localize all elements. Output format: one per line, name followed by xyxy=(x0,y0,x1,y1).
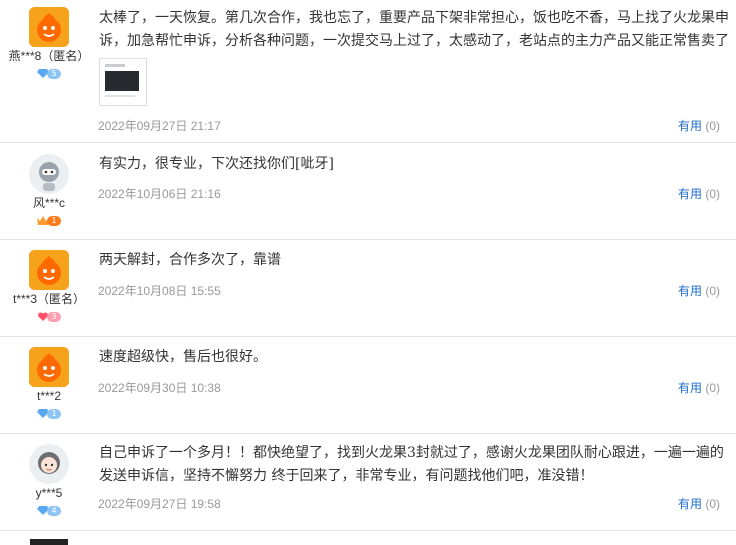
useful-button[interactable]: 有用 (0) xyxy=(678,282,720,299)
review-item: t***3（匿名） 3 两天解封，合作多次了，靠谱 2022年10月08日 15… xyxy=(0,240,736,337)
avatar-mascot-icon[interactable] xyxy=(29,7,69,47)
member-level-badge: 3 xyxy=(37,311,61,323)
review-text-line: 有实力，很专业，下次还找你们[呲牙] xyxy=(99,156,334,172)
review-date: 2022年10月08日 15:55 xyxy=(98,284,221,298)
useful-count: (0) xyxy=(705,381,720,395)
review-text-line: 两天解封，合作多次了，靠谱 xyxy=(99,252,281,268)
review-text: 两天解封，合作多次了，靠谱 xyxy=(99,249,729,272)
member-level-badge: 1 xyxy=(37,215,61,227)
reviewer-name: t***2 xyxy=(36,389,62,403)
reviewer-name: y***5 xyxy=(35,486,63,500)
review-date: 2022年10月06日 21:16 xyxy=(98,187,221,201)
review-item: 风***c 1 有实力，很专业，下次还找你们[呲牙] 2022年10月06日 2… xyxy=(0,143,736,240)
useful-count: (0) xyxy=(705,119,720,133)
useful-count: (0) xyxy=(705,497,720,511)
review-item: t***2 1 速度超级快，售后也很好。 2022年09月30日 10:38 有… xyxy=(0,337,736,434)
avatar-mascot-icon[interactable] xyxy=(29,250,69,290)
review-text: 有实力，很专业，下次还找你们[呲牙] xyxy=(99,153,729,176)
useful-button[interactable]: 有用 (0) xyxy=(678,185,720,202)
member-level-badge: 4 xyxy=(37,505,61,517)
reviewer-info: 燕***8（匿名） 5 xyxy=(0,7,98,82)
level-number: 1 xyxy=(47,215,61,226)
level-number: 3 xyxy=(47,311,61,322)
level-number: 5 xyxy=(47,68,61,79)
reviewer-name: 燕***8（匿名） xyxy=(8,49,90,63)
review-text-line: 诉，加急帮忙申诉，分析各种问题，一次提交马上过了，太感动了，老站点的主力产品又能… xyxy=(99,33,729,49)
review-text-line: 太棒了，一天恢复。第几次合作，我也忘了，重要产品下架非常担心，饭也吃不香，马上找… xyxy=(99,10,729,26)
level-number: 1 xyxy=(47,408,61,419)
reviewer-name: 风***c xyxy=(32,196,65,210)
review-text-line: 自己申诉了一个多月！！都快绝望了，找到火龙果3封就过了，感谢火龙果团队耐心跟进，… xyxy=(99,445,724,461)
review-text-line: 发送申诉信，坚持不懈努力 终于回来了，非常专业，有问题找他们吧，准没错！ xyxy=(99,468,594,484)
useful-button[interactable]: 有用 (0) xyxy=(678,495,720,512)
useful-count: (0) xyxy=(705,187,720,201)
useful-label: 有用 xyxy=(677,284,702,298)
useful-label: 有用 xyxy=(677,381,702,395)
useful-label: 有用 xyxy=(677,119,702,133)
useful-button[interactable]: 有用 (0) xyxy=(678,117,720,134)
next-avatar-partial xyxy=(30,539,68,545)
useful-button[interactable]: 有用 (0) xyxy=(678,379,720,396)
member-level-badge: 5 xyxy=(37,68,61,80)
member-level-badge: 1 xyxy=(37,408,61,420)
useful-label: 有用 xyxy=(677,187,702,201)
avatar-robot-icon[interactable] xyxy=(29,154,69,194)
reviewer-info: t***2 1 xyxy=(0,347,98,422)
review-date: 2022年09月27日 19:58 xyxy=(98,497,221,511)
review-item: 燕***8（匿名） 5 太棒了，一天恢复。第几次合作，我也忘了，重要产品下架非常… xyxy=(0,0,736,143)
reviewer-info: t***3（匿名） 3 xyxy=(0,250,98,325)
review-text: 速度超级快，售后也很好。 xyxy=(99,346,729,369)
avatar-girl-icon[interactable] xyxy=(29,444,69,484)
avatar-mascot-icon[interactable] xyxy=(29,347,69,387)
reviewer-info: 风***c 1 xyxy=(0,154,98,229)
review-image-thumbnail[interactable] xyxy=(99,58,147,106)
level-number: 4 xyxy=(47,505,61,516)
review-text-line: 速度超级快，售后也很好。 xyxy=(99,349,267,365)
useful-label: 有用 xyxy=(677,497,702,511)
reviewer-info: y***5 4 xyxy=(0,444,98,519)
review-date: 2022年09月27日 21:17 xyxy=(98,119,221,133)
review-text: 自己申诉了一个多月！！都快绝望了，找到火龙果3封就过了，感谢火龙果团队耐心跟进，… xyxy=(99,442,729,488)
useful-count: (0) xyxy=(705,284,720,298)
review-text: 太棒了，一天恢复。第几次合作，我也忘了，重要产品下架非常担心，饭也吃不香，马上找… xyxy=(99,7,729,53)
review-item: y***5 4 自己申诉了一个多月！！都快绝望了，找到火龙果3封就过了，感谢火龙… xyxy=(0,434,736,531)
review-date: 2022年09月30日 10:38 xyxy=(98,381,221,395)
reviewer-name: t***3（匿名） xyxy=(12,292,86,306)
